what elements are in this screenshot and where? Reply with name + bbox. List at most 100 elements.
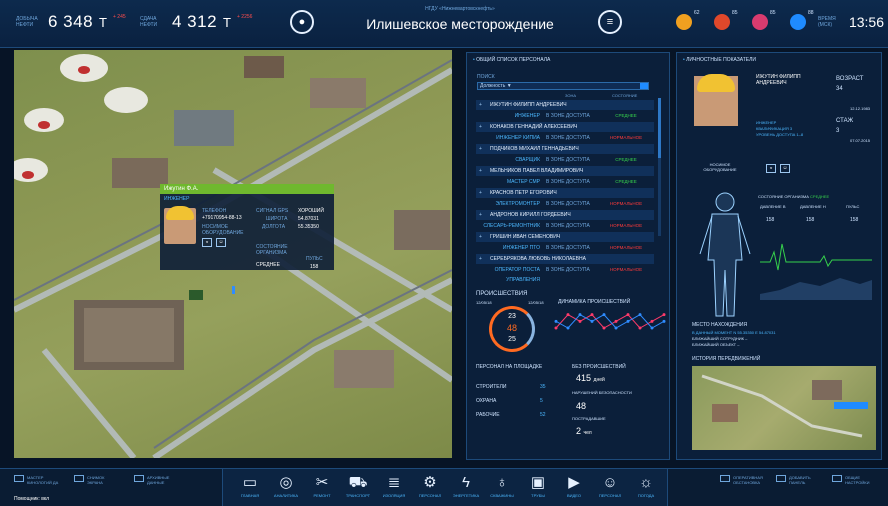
nav-item-isolation[interactable]: ≣ ИЗОЛЯЦИЯ	[375, 473, 413, 498]
pressure-dn-value: 158	[806, 217, 815, 223]
search-input[interactable]: Должность ▼	[477, 82, 649, 90]
state-value: СРЕДНЕЕ	[256, 262, 280, 268]
role-cell: ЭЛЕКТРОМОНТЕР	[495, 201, 540, 207]
on-site-title: ПЕРСОНАЛ НА ПЛОЩАДКЕ	[476, 364, 543, 370]
page-title: Илишевское месторождение	[366, 16, 554, 32]
worker-popup[interactable]: Ижутин Ф.А. ИНЖЕНЕР ТЕЛЕФОН +79170954-88…	[160, 184, 334, 270]
position-select[interactable]: Должность ▼	[480, 83, 512, 90]
no-incidents-box: 415 дней	[576, 373, 605, 383]
search-button[interactable]	[640, 83, 648, 89]
personnel-row[interactable]: МЕЛЬНИКОВ ПАВЕЛ ВЛАДИМИРОВИЧ	[476, 166, 654, 176]
movement-history-map[interactable]	[692, 366, 876, 450]
date-from[interactable]: 12/05/18	[476, 300, 492, 305]
nav-item-home[interactable]: ▭ ГЛАВНАЯ	[231, 473, 269, 498]
energy-icon: ϟ	[462, 474, 470, 491]
personnel-row-details[interactable]: СЛЕСАРЬ-РЕМОНТНИК В ЗОНЕ ДОСТУПА НОРМАЛЬНО…	[476, 221, 654, 231]
nav-item-transport[interactable]: ⛟ ТРАНСПОРТ	[339, 473, 377, 498]
archive-icon	[134, 475, 144, 482]
series-point	[566, 313, 570, 317]
personnel-row[interactable]: ПОДЧИКОВ МИХАИЛ ГЕННАДЬЕВИЧ	[476, 144, 654, 154]
personnel-row[interactable]: ГРИШИН ИВАН СЕМЕНОВИЧ	[476, 232, 654, 242]
pressure-dn-label: ДАВЛЕНИЕ Н	[800, 204, 826, 209]
alert-indicator[interactable]: 88	[790, 10, 814, 30]
personnel-row[interactable]: ИЖУТИН ФИЛИПП АНДРЕЕВИЧ	[476, 100, 654, 110]
stat-value: 4 312	[172, 12, 218, 31]
wells-icon: ♁	[496, 474, 508, 491]
helmet-icon[interactable]: ◒	[202, 238, 212, 247]
settings-button[interactable]: ОБЩИЕ НАСТРОЙКИ	[832, 475, 886, 485]
camera-button[interactable]: СНИМОК ЭКРАНА	[74, 475, 124, 485]
stat-unit: Т	[223, 14, 231, 30]
person-icon[interactable]: ☺	[216, 238, 226, 247]
zone-cell: В ЗОНЕ ДОСТУПА	[546, 113, 590, 119]
nav-item-wells[interactable]: ♁ СКВАЖИНЫ	[483, 473, 521, 498]
gps-label: СИГНАЛ GPS	[256, 208, 289, 214]
nav-item-repair[interactable]: ✂ РЕМОНТ	[303, 473, 341, 498]
on-site-label: ОХРАНА	[476, 398, 497, 404]
body-state-label: СОСТОЯНИЕ ОРГАНИЗМА	[758, 194, 809, 199]
worker-photo	[164, 206, 196, 244]
access-level: УРОВЕНЬ ДОСТУПА 1–8	[756, 132, 804, 137]
body-scan-icon	[699, 192, 751, 317]
archive-button[interactable]: АРХИВНЫЕ ДАННЫЕ	[134, 475, 184, 485]
personnel-row-details[interactable]: ИНЖЕНЕР КИПИА В ЗОНЕ ДОСТУПА НОРМАЛЬНОЕ	[476, 133, 654, 143]
phone-label: ТЕЛЕФОН	[202, 208, 227, 214]
series-point	[626, 319, 630, 323]
footer-button-label: СНИМОК ЭКРАНА	[87, 475, 105, 485]
personnel-row-details[interactable]: МАСТЕР СМР В ЗОНЕ ДОСТУПА СРЕДНЕЕ	[476, 177, 654, 187]
helmet-icon[interactable]: ◒	[766, 164, 776, 173]
personnel-row[interactable]: СЕРЕБРЯКОВА ЛЮБОВЬ НИКОЛАЕВНА	[476, 254, 654, 264]
nav-item-video[interactable]: ▶ ВИДЕО	[555, 473, 593, 498]
alert-count: 88	[808, 10, 814, 16]
series-point	[590, 319, 594, 323]
personnel-row[interactable]: КРАСНОВ ПЕТР ЕГОРОВИЧ	[476, 188, 654, 198]
personnel-row-details[interactable]: СВАРЩИК В ЗОНЕ ДОСТУПА СРЕДНЕЕ	[476, 155, 654, 165]
pulse-value: 158	[310, 264, 319, 270]
date-to[interactable]: 12/05/18	[528, 300, 544, 305]
no-incidents-value: 415	[576, 373, 592, 383]
nav-label: ИЗОЛЯЦИЯ	[382, 493, 406, 498]
personnel-row[interactable]: КОНАКОВ ГЕННАДИЙ АЛЕКСЕЕВИЧ	[476, 122, 654, 132]
nav-item-energy[interactable]: ϟ ЭНЕРГЕТИКА	[447, 473, 485, 498]
state-cell: НОРМАЛЬНОЕ	[609, 267, 643, 272]
nav-label: ТРАНСПОРТ	[345, 493, 371, 498]
series-point	[650, 326, 654, 330]
nav-item-analytics[interactable]: ◎ АНАЛИТИКА	[267, 473, 305, 498]
ops-button[interactable]: ОПЕРАТИВНАЯ ОБСТАНОВКА	[720, 475, 774, 485]
microphone-icon[interactable]: ●	[290, 10, 314, 34]
nav-label: ЭНЕРГЕТИКА	[452, 493, 480, 498]
personnel-row-details[interactable]: ЭЛЕКТРОМОНТЕР В ЗОНЕ ДОСТУПА НОРМАЛЬНОЕ	[476, 199, 654, 209]
scrollbar[interactable]	[658, 98, 661, 236]
alert-indicator[interactable]: 62	[676, 10, 700, 30]
nav-label: АНАЛИТИКА	[273, 493, 299, 498]
oil-production-stat: ДОБЫЧА НЕФТИ 6 348 Т + 245	[16, 12, 126, 32]
pressure-up-label: ДАВЛЕНИЕ В	[760, 204, 786, 209]
screen-icon	[14, 475, 24, 482]
personnel-row-details[interactable]: ИНЖЕНЕР ПТО В ЗОНЕ ДОСТУПА НОРМАЛЬНОЕ	[476, 243, 654, 253]
alert-indicator[interactable]: 85	[714, 10, 738, 30]
repair-icon: ✂	[315, 474, 329, 491]
series-point	[578, 319, 582, 323]
screen-button[interactable]: МАСТЕР КИНОЛОГИЙ ДА	[14, 475, 64, 485]
nav-label: ПЕРСОНАЛ	[418, 493, 442, 498]
person-icon[interactable]: ☺	[780, 164, 790, 173]
plus-button[interactable]: ДОБАВИТЬ ПАНЕЛЬ	[776, 475, 830, 485]
alert-indicator[interactable]: 85	[752, 10, 776, 30]
personnel-row[interactable]: АНДРОНОВ КИРИЛЛ ГОРДЕЕВИЧ	[476, 210, 654, 220]
state-cell: СРЕДНЕЕ	[615, 157, 637, 162]
personnel-row-details[interactable]: ИНЖЕНЕР В ЗОНЕ ДОСТУПА СРЕДНЕЕ	[476, 111, 654, 121]
series-point	[662, 319, 666, 323]
plus-icon	[776, 475, 786, 482]
nav-item-pipes[interactable]: ▣ ТРУБЫ	[519, 473, 557, 498]
site-3d-map[interactable]: Ижутин Ф.А. ИНЖЕНЕР ТЕЛЕФОН +79170954-88…	[14, 50, 452, 458]
personnel-row-details[interactable]: ОПЕРАТОР ПОСТА УПРАВЛЕНИЯ В ЗОНЕ ДОСТУПА Н…	[476, 265, 654, 283]
series-point	[626, 313, 630, 317]
series-point	[662, 313, 666, 317]
injured-value: 2	[576, 426, 582, 436]
menu-icon[interactable]: ≡	[598, 10, 622, 34]
nav-item-personnel[interactable]: ☺ ПЕРСОНАЛ	[591, 473, 629, 498]
nav-item-weather[interactable]: ☼ ПОГОДА	[627, 473, 665, 498]
qualification: КВАЛИФИКАЦИЯ 3	[756, 126, 793, 131]
nav-item-processes[interactable]: ⚙ ПЕРСОНАЛ	[411, 473, 449, 498]
helmet-shape	[697, 74, 735, 92]
